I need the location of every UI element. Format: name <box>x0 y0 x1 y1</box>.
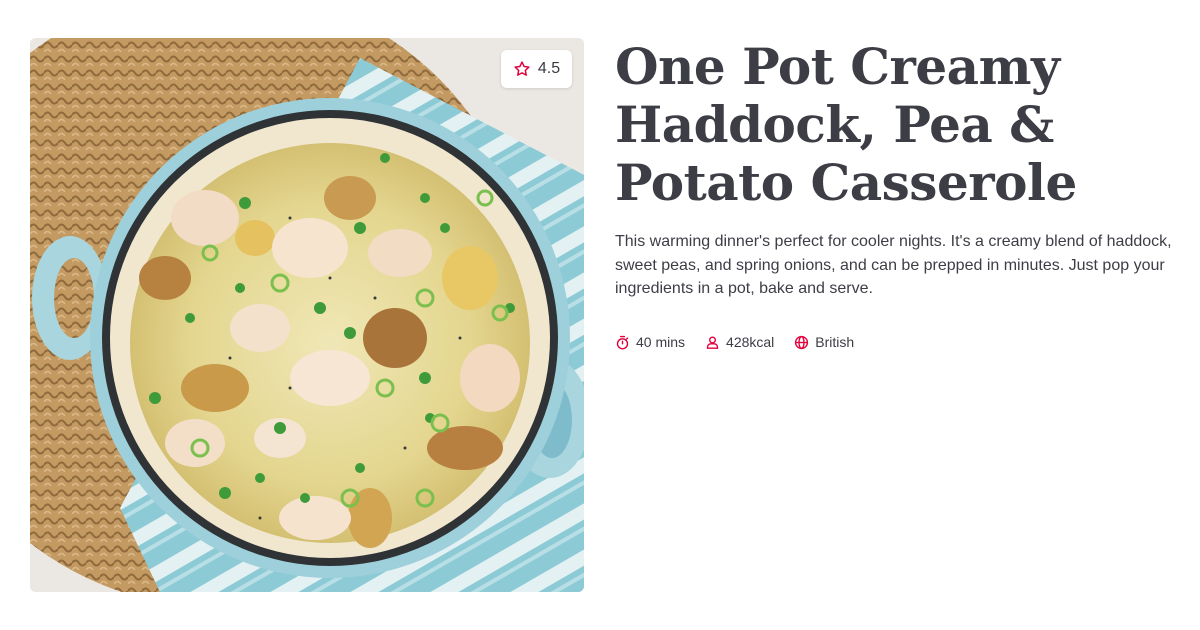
recipe-description: This warming dinner's perfect for cooler… <box>615 233 1172 297</box>
meta-calories: 428kcal <box>705 334 774 350</box>
calories-label: 428kcal <box>726 334 775 350</box>
rating-value: 4.5 <box>537 60 561 77</box>
recipe-photo <box>30 38 584 592</box>
cuisine-label: British <box>815 334 855 350</box>
rating-badge[interactable]: 4.5 <box>501 50 572 88</box>
person-icon <box>705 335 720 350</box>
globe-icon <box>794 335 809 350</box>
recipe-title: One Pot Creamy Haddock, Pea & Potato Cas… <box>615 37 1077 212</box>
meta-cuisine: British <box>794 334 854 350</box>
star-icon <box>513 60 531 78</box>
recipe-meta: 40 mins 428kcal British <box>615 332 854 352</box>
stopwatch-icon <box>615 335 630 350</box>
meta-time: 40 mins <box>615 334 685 350</box>
time-label: 40 mins <box>636 334 686 350</box>
